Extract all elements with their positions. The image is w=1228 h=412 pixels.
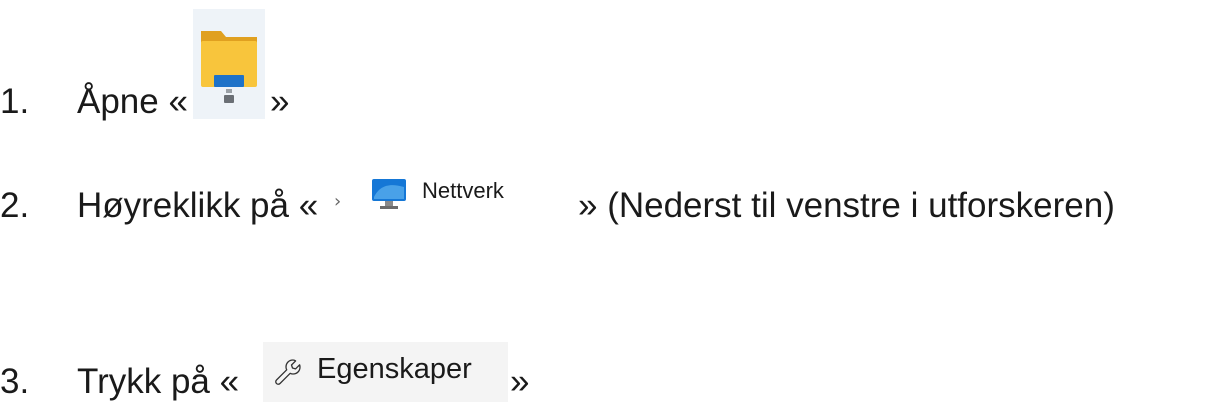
network-icon bbox=[370, 175, 410, 211]
chevron-right-icon[interactable]: › bbox=[334, 182, 341, 222]
file-explorer-icon bbox=[193, 9, 265, 119]
step-text: Åpne « bbox=[77, 82, 188, 121]
wrench-icon bbox=[273, 356, 303, 386]
nav-item-network[interactable]: › Nettverk bbox=[330, 172, 578, 222]
step-text: » bbox=[270, 82, 290, 121]
step-text: » bbox=[510, 362, 530, 401]
menu-item-label: Egenskaper bbox=[317, 353, 472, 385]
step-text: Høyreklikk på « bbox=[77, 186, 319, 225]
step-text: » (Nederst til venstre i utforskeren) bbox=[578, 186, 1115, 225]
nav-item-label: Nettverk bbox=[422, 178, 504, 203]
step-number: 2. bbox=[0, 186, 30, 225]
step-number: 1. bbox=[0, 82, 30, 121]
step-text: Trykk på « bbox=[77, 362, 240, 401]
properties-menu-item[interactable]: Egenskaper bbox=[263, 342, 508, 402]
step-number: 3. bbox=[0, 362, 30, 401]
